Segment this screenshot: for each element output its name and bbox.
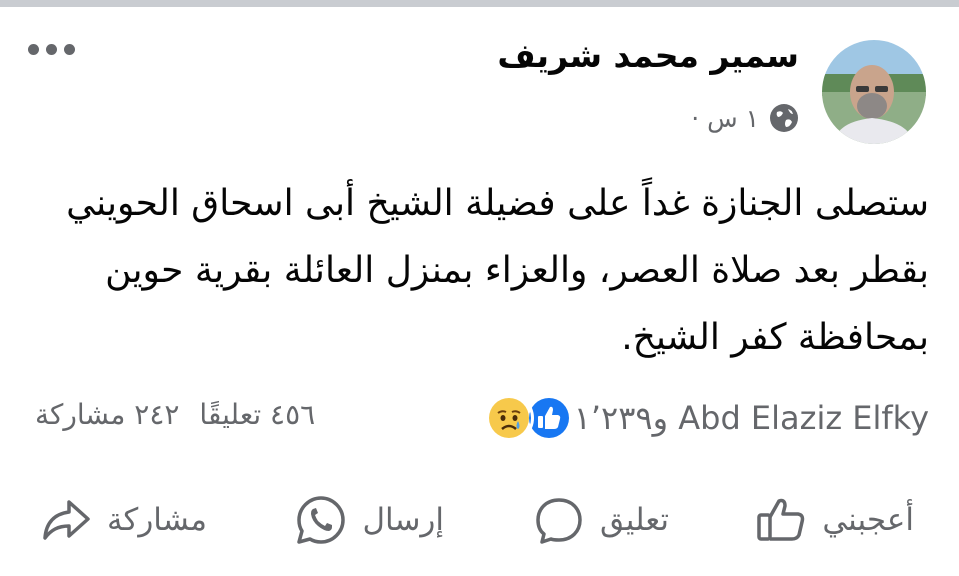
- reactions-summary[interactable]: Abd Elaziz Elfky و١٬٢٣٩: [478, 393, 929, 443]
- post-time[interactable]: ١ س ·: [691, 104, 759, 133]
- comments-count[interactable]: ٤٥٦ تعليقًا: [199, 398, 315, 431]
- post-text: ستصلى الجنازة غداً على فضيلة الشيخ أبى ا…: [66, 183, 929, 358]
- sad-reaction-icon: [483, 393, 534, 443]
- comment-bubble-icon: [536, 498, 582, 544]
- share-button[interactable]: مشاركة: [39, 480, 207, 560]
- like-button[interactable]: أعجبني: [754, 480, 914, 560]
- post-meta: ١ س ·: [691, 103, 799, 133]
- send-button[interactable]: إرسال: [294, 480, 444, 560]
- more-dots-icon[interactable]: [28, 44, 75, 55]
- comment-button[interactable]: تعليق: [532, 480, 669, 560]
- engagement-counts: ٤٥٦ تعليقًا ٢٤٢ مشاركة: [35, 398, 315, 431]
- share-arrow-icon: [43, 500, 90, 540]
- comment-label: تعليق: [599, 502, 669, 538]
- like-label: أعجبني: [822, 502, 914, 538]
- author-avatar[interactable]: [822, 40, 926, 144]
- thumbs-up-icon: [757, 498, 805, 541]
- send-label: إرسال: [362, 502, 444, 538]
- whatsapp-icon: [297, 496, 346, 544]
- reaction-icons: [483, 393, 574, 443]
- author-name[interactable]: سمير محمد شريف: [497, 36, 799, 75]
- shares-count[interactable]: ٢٤٢ مشاركة: [35, 398, 179, 431]
- reactions-count: Abd Elaziz Elfky و١٬٢٣٩: [573, 399, 929, 437]
- top-divider: [0, 0, 959, 7]
- share-label: مشاركة: [106, 502, 207, 538]
- action-bar: أعجبني تعليق إرسال مشاركة: [0, 480, 959, 560]
- globe-icon: [770, 104, 798, 132]
